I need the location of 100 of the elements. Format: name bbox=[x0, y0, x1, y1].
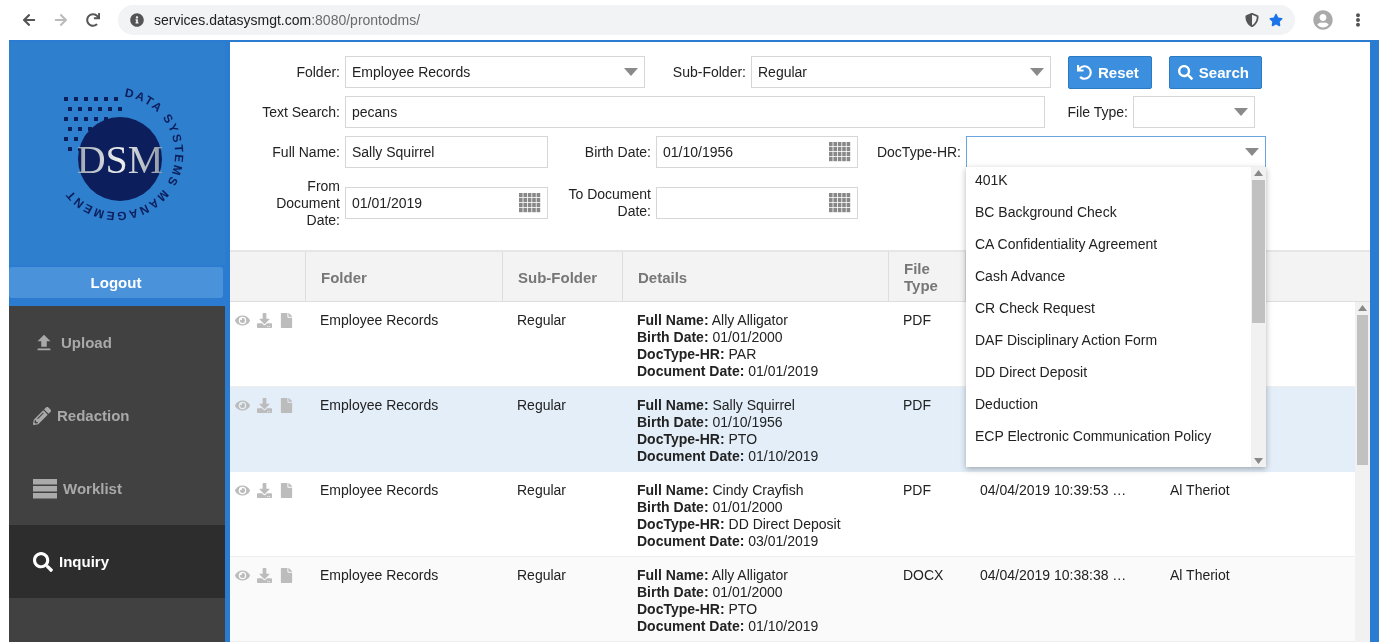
dropdown-option[interactable]: Cash Advance bbox=[966, 267, 1251, 299]
detail-line: DocType-HR: PTO bbox=[637, 601, 758, 618]
download-icon[interactable] bbox=[257, 398, 272, 413]
caret-icon bbox=[1234, 108, 1248, 116]
sub-folder-select[interactable]: Regular bbox=[751, 56, 1051, 88]
column-header[interactable]: Details bbox=[638, 268, 688, 286]
dropdown-option[interactable]: BC Background Check bbox=[966, 203, 1251, 235]
forward-icon[interactable] bbox=[54, 13, 68, 27]
document-icon[interactable] bbox=[279, 568, 294, 583]
undo-icon bbox=[1077, 64, 1092, 80]
detail-line: Birth Date: 01/01/2000 bbox=[637, 584, 783, 601]
scroll-up-icon[interactable] bbox=[1254, 170, 1263, 176]
caret-icon bbox=[1030, 68, 1044, 76]
dropdown-option[interactable]: Deduction bbox=[966, 395, 1251, 427]
from-date-field[interactable]: 01/01/2019 bbox=[345, 187, 548, 219]
sidebar-item[interactable]: Redaction bbox=[9, 379, 225, 452]
detail-line: Full Name: Ally Alligator bbox=[637, 567, 788, 584]
field-label: To Document Date: bbox=[567, 186, 652, 220]
dropdown-option[interactable]: 401K bbox=[966, 171, 1251, 203]
table-row[interactable]: Employee Records Regular Full Name: Ally Alligator Birth Date: 01/01/2000 DocType-HR: PTO Document Date: 01/10/2019 DOCX 04/04/2019 10:38:38 … Al Theriot bbox=[230, 557, 1355, 642]
table-cell-text: Regular bbox=[516, 312, 568, 329]
info-icon[interactable] bbox=[130, 13, 144, 27]
search-icon bbox=[1177, 64, 1193, 80]
field-label: From Document Date: bbox=[275, 177, 341, 229]
document-icon[interactable] bbox=[279, 483, 294, 498]
table-cell-text: Regular bbox=[516, 567, 568, 584]
back-icon[interactable] bbox=[22, 13, 36, 27]
document-icon[interactable] bbox=[279, 398, 294, 413]
dropdown-option[interactable]: CR Check Request bbox=[966, 299, 1251, 331]
detail-line: Full Name: Cindy Crayfish bbox=[637, 482, 804, 499]
detail-line: Document Date: 01/10/2019 bbox=[637, 448, 819, 465]
scrollbar[interactable] bbox=[1355, 302, 1370, 642]
detail-line: DocType-HR: DD Direct Deposit bbox=[637, 516, 841, 533]
table-cell-text: PDF bbox=[902, 482, 932, 499]
text-search-field[interactable]: pecans bbox=[345, 96, 1045, 128]
table-cell-text: Regular bbox=[516, 482, 568, 499]
table-cell-text: Employee Records bbox=[319, 567, 440, 584]
detail-line: Full Name: Ally Alligator bbox=[637, 312, 788, 329]
caret-icon bbox=[1245, 148, 1259, 156]
document-icon[interactable] bbox=[279, 313, 294, 328]
full-name-field[interactable]: Sally Squirrel bbox=[345, 136, 548, 168]
eye-icon[interactable] bbox=[235, 568, 250, 583]
column-header[interactable]: Sub-Folder bbox=[518, 268, 598, 286]
detail-line: Birth Date: 01/10/1956 bbox=[637, 414, 783, 431]
detail-line: Document Date: 03/01/2019 bbox=[637, 533, 819, 550]
url-text: services.datasysmgt.com:8080/prontodms/ bbox=[154, 12, 421, 28]
table-cell-text: Employee Records bbox=[319, 397, 440, 414]
bookmark-star-icon[interactable] bbox=[1269, 13, 1283, 27]
detail-line: Full Name: Sally Squirrel bbox=[637, 397, 795, 414]
field-label: DocType-HR: bbox=[875, 143, 962, 161]
download-icon[interactable] bbox=[257, 483, 272, 498]
shield-icon[interactable] bbox=[1245, 13, 1259, 27]
doctype-hr-select[interactable] bbox=[966, 136, 1266, 168]
download-icon[interactable] bbox=[257, 568, 272, 583]
birth-date-field[interactable]: 01/10/1956 bbox=[656, 136, 858, 168]
detail-line: DocType-HR: PAR bbox=[637, 346, 757, 363]
field-label: Sub-Folder: bbox=[671, 63, 747, 81]
table-cell-text: Employee Records bbox=[319, 312, 440, 329]
table-cell-text: Regular bbox=[516, 397, 568, 414]
table-cell-text: PDF bbox=[902, 397, 932, 414]
calendar-icon[interactable] bbox=[829, 193, 851, 213]
column-header[interactable]: Folder bbox=[321, 268, 367, 286]
pencil-icon bbox=[33, 406, 51, 425]
detail-line: DocType-HR: PTO bbox=[637, 431, 758, 448]
dropdown-option[interactable]: ECP Electronic Communication Policy bbox=[966, 427, 1251, 459]
detail-line: Birth Date: 01/01/2000 bbox=[637, 329, 783, 346]
sidebar-item[interactable]: Inquiry bbox=[9, 525, 225, 598]
field-label: File Type: bbox=[1066, 103, 1129, 121]
detail-line: Birth Date: 01/01/2000 bbox=[637, 499, 783, 516]
address-bar[interactable]: services.datasysmgt.com:8080/prontodms/ bbox=[118, 5, 1295, 35]
dropdown-option[interactable]: DAF Disciplinary Action Form bbox=[966, 331, 1251, 363]
table-cell-text: Al Theriot bbox=[1169, 482, 1231, 499]
eye-icon[interactable] bbox=[235, 483, 250, 498]
folder-select[interactable]: Employee Records bbox=[345, 56, 645, 88]
field-label: Birth Date: bbox=[583, 143, 652, 161]
eye-icon[interactable] bbox=[235, 398, 250, 413]
search-icon bbox=[33, 551, 53, 572]
file-type-select[interactable] bbox=[1133, 96, 1255, 128]
scroll-up-icon[interactable] bbox=[1358, 305, 1367, 311]
table-cell-text: DOCX bbox=[902, 567, 945, 584]
reload-icon[interactable] bbox=[86, 13, 100, 27]
scrollbar[interactable] bbox=[1251, 167, 1266, 467]
detail-line: Document Date: 01/10/2019 bbox=[637, 618, 819, 635]
table-cell-text: 04/04/2019 10:39:53 … bbox=[979, 482, 1128, 499]
detail-line: Document Date: 01/01/2019 bbox=[637, 363, 819, 380]
calendar-icon[interactable] bbox=[829, 142, 851, 162]
sidebar-item[interactable]: Upload bbox=[9, 306, 225, 379]
eye-icon[interactable] bbox=[235, 313, 250, 328]
download-icon[interactable] bbox=[257, 313, 272, 328]
field-label: Text Search: bbox=[261, 103, 341, 121]
calendar-icon[interactable] bbox=[519, 193, 541, 213]
sidebar-item[interactable]: Worklist bbox=[9, 452, 225, 525]
dropdown-option[interactable]: CA Confidentiality Agreement bbox=[966, 235, 1251, 267]
caret-icon bbox=[624, 68, 638, 76]
field-label: Full Name: bbox=[271, 143, 341, 161]
profile-icon[interactable] bbox=[1313, 10, 1333, 30]
to-date-field[interactable] bbox=[656, 187, 858, 219]
scroll-down-icon[interactable] bbox=[1254, 458, 1263, 464]
logo-text: DSM bbox=[76, 136, 164, 182]
table-cell-text: Employee Records bbox=[319, 482, 440, 499]
